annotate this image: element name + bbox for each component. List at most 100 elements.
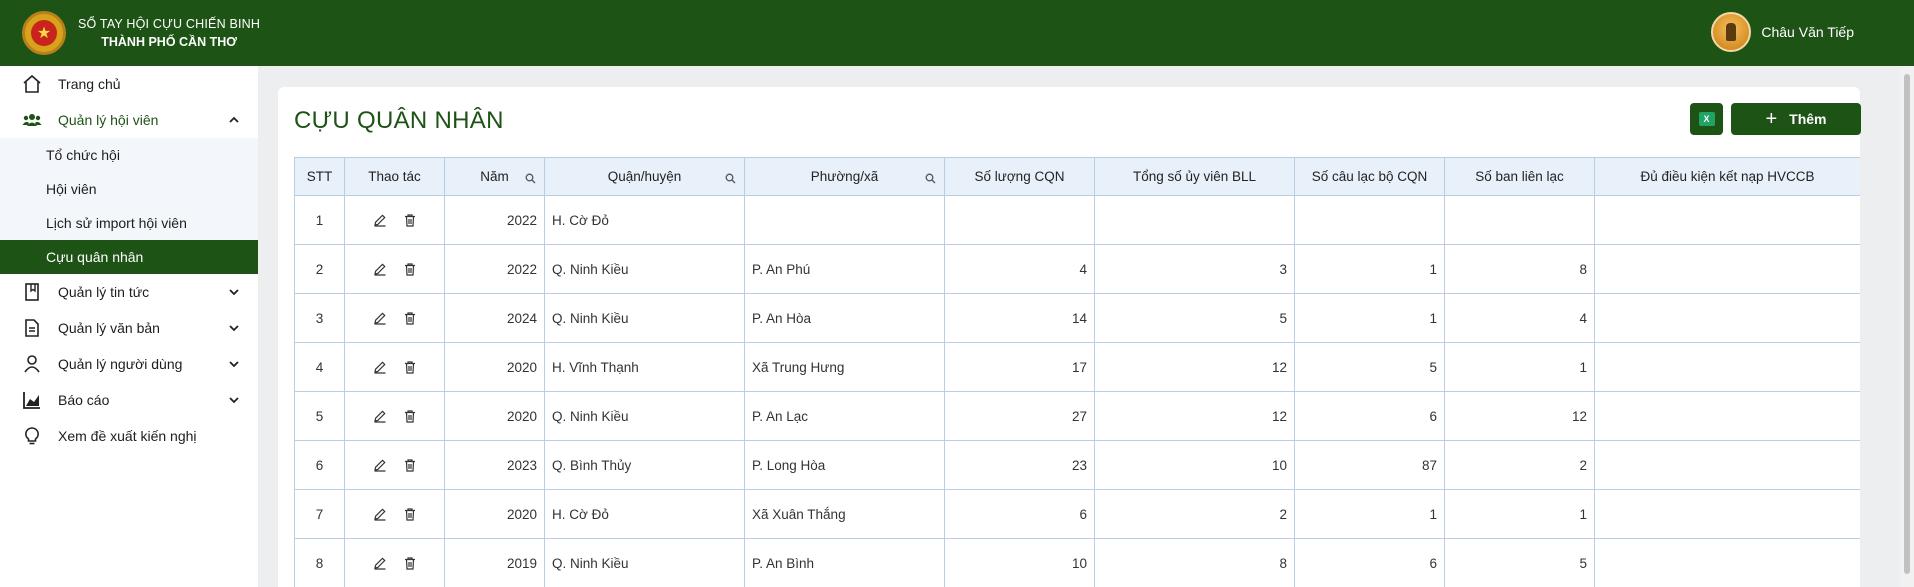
- sidebar-subitem-organizations[interactable]: Tổ chức hội: [0, 138, 258, 172]
- cell-bll-members: 5: [1094, 293, 1295, 343]
- cell-eligible: [1594, 244, 1860, 294]
- cell-actions: [344, 440, 445, 490]
- delete-icon[interactable]: [403, 213, 417, 227]
- cell-year: 2024: [444, 293, 545, 343]
- col-header-clubs[interactable]: Số câu lạc bộ CQN: [1294, 157, 1445, 196]
- users-icon: [22, 110, 42, 130]
- col-header-district[interactable]: Quận/huyện: [544, 157, 745, 196]
- sidebar-item-users[interactable]: Quản lý người dùng: [0, 346, 258, 382]
- edit-icon[interactable]: [373, 213, 387, 227]
- col-header-liaison[interactable]: Số ban liên lạc: [1444, 157, 1595, 196]
- export-excel-button[interactable]: X: [1690, 103, 1723, 135]
- cell-ward: P. An Hòa: [744, 293, 945, 343]
- chevron-down-icon: [228, 285, 240, 301]
- page-scrollbar[interactable]: [1900, 66, 1914, 587]
- search-icon[interactable]: [925, 172, 936, 187]
- sidebar-item-label: Quản lý tin tức: [58, 284, 150, 300]
- table-row[interactable]: 8 2019 Q. Ninh Kiều P. An Bình 10 8 6 5: [294, 538, 1860, 587]
- col-header-veteran-count[interactable]: Số lượng CQN: [944, 157, 1095, 196]
- cell-veteran-count: 23: [944, 440, 1095, 490]
- user-menu[interactable]: Châu Văn Tiếp: [1711, 12, 1854, 52]
- col-header-bll-members[interactable]: Tổng số ủy viên BLL: [1094, 157, 1295, 196]
- cell-clubs: 87: [1294, 440, 1445, 490]
- col-header-stt[interactable]: STT: [294, 157, 345, 196]
- sidebar-item-suggestions[interactable]: Xem đề xuất kiến nghị: [0, 418, 258, 454]
- page-title: CỰU QUÂN NHÂN: [294, 107, 504, 134]
- sidebar-item-members[interactable]: Quản lý hội viên: [0, 102, 258, 138]
- table-row[interactable]: 3 2024 Q. Ninh Kiều P. An Hòa 14 5 1 4: [294, 293, 1860, 343]
- edit-icon[interactable]: [373, 262, 387, 276]
- table-row[interactable]: 7 2020 H. Cờ Đỏ Xã Xuân Thắng 6 2 1 1: [294, 489, 1860, 539]
- search-icon[interactable]: [525, 172, 536, 187]
- table-row[interactable]: 5 2020 Q. Ninh Kiều P. An Lạc 27 12 6 12: [294, 391, 1860, 441]
- edit-icon[interactable]: [373, 409, 387, 423]
- chevron-down-icon: [228, 321, 240, 337]
- sidebar-item-news[interactable]: Quản lý tin tức: [0, 274, 258, 310]
- search-icon[interactable]: [725, 172, 736, 187]
- col-header-year[interactable]: Năm: [444, 157, 545, 196]
- edit-icon[interactable]: [373, 458, 387, 472]
- delete-icon[interactable]: [403, 360, 417, 374]
- delete-icon[interactable]: [403, 262, 417, 276]
- delete-icon[interactable]: [403, 409, 417, 423]
- home-icon: [22, 74, 42, 94]
- cell-actions: [344, 293, 445, 343]
- edit-icon[interactable]: [373, 556, 387, 570]
- cell-year: 2020: [444, 489, 545, 539]
- sidebar-item-documents[interactable]: Quản lý văn bản: [0, 310, 258, 346]
- table-row[interactable]: 1 2022 H. Cờ Đỏ: [294, 195, 1860, 245]
- cell-ward: P. An Bình: [744, 538, 945, 587]
- cell-ward: [744, 195, 945, 245]
- cell-district: Q. Ninh Kiều: [544, 244, 745, 294]
- table-row[interactable]: 2 2022 Q. Ninh Kiều P. An Phú 4 3 1 8: [294, 244, 1860, 294]
- brand: SỔ TAY HỘI CỰU CHIẾN BINH THÀNH PHỐ CẦN …: [78, 15, 260, 51]
- chevron-down-icon: [228, 393, 240, 409]
- user-name[interactable]: Châu Văn Tiếp: [1761, 24, 1854, 40]
- cell-ward: Xã Xuân Thắng: [744, 489, 945, 539]
- col-header-eligible[interactable]: Đủ điều kiện kết nạp HVCCB: [1594, 157, 1860, 196]
- cell-veteran-count: 17: [944, 342, 1095, 392]
- col-header-ward[interactable]: Phường/xã: [744, 157, 945, 196]
- avatar[interactable]: [1711, 12, 1752, 52]
- cell-liaison: 2: [1444, 440, 1595, 490]
- cell-year: 2023: [444, 440, 545, 490]
- cell-ward: P. An Phú: [744, 244, 945, 294]
- cell-veteran-count: 10: [944, 538, 1095, 587]
- table-row[interactable]: 6 2023 Q. Bình Thủy P. Long Hòa 23 10 87 2: [294, 440, 1860, 490]
- cell-eligible: [1594, 195, 1860, 245]
- cell-clubs: 1: [1294, 244, 1445, 294]
- sidebar-subitem-members[interactable]: Hội viên: [0, 172, 258, 206]
- cell-district: H. Cờ Đỏ: [544, 489, 745, 539]
- cell-actions: [344, 391, 445, 441]
- delete-icon[interactable]: [403, 556, 417, 570]
- cell-eligible: [1594, 440, 1860, 490]
- user-icon: [22, 354, 42, 374]
- cell-liaison: 12: [1444, 391, 1595, 441]
- cell-clubs: 1: [1294, 489, 1445, 539]
- cell-bll-members: 10: [1094, 440, 1295, 490]
- scroll-thumb[interactable]: [1904, 74, 1910, 574]
- sidebar-item-label: Quản lý văn bản: [58, 320, 160, 336]
- col-header-label: Quận/huyện: [607, 169, 682, 184]
- edit-icon[interactable]: [373, 360, 387, 374]
- cell-eligible: [1594, 391, 1860, 441]
- cell-liaison: 5: [1444, 538, 1595, 587]
- add-button[interactable]: + Thêm: [1731, 103, 1861, 135]
- cell-stt: 7: [294, 489, 345, 539]
- main-panel: CỰU QUÂN NHÂN X + Thêm STT Thao tác Năm …: [278, 87, 1861, 587]
- delete-icon[interactable]: [403, 458, 417, 472]
- delete-icon[interactable]: [403, 311, 417, 325]
- edit-icon[interactable]: [373, 507, 387, 521]
- sidebar-item-reports[interactable]: Báo cáo: [0, 382, 258, 418]
- cell-year: 2020: [444, 391, 545, 441]
- cell-district: Q. Ninh Kiều: [544, 391, 745, 441]
- cell-liaison: 8: [1444, 244, 1595, 294]
- edit-icon[interactable]: [373, 311, 387, 325]
- sidebar-subitem-import-history[interactable]: Lịch sử import hội viên: [0, 206, 258, 240]
- cell-eligible: [1594, 538, 1860, 587]
- table-row[interactable]: 4 2020 H. Vĩnh Thạnh Xã Trung Hưng 17 12 5 1: [294, 342, 1860, 392]
- sidebar-subitem-veterans[interactable]: Cựu quân nhân: [0, 240, 258, 274]
- col-header-label: Phường/xã: [810, 169, 879, 184]
- sidebar-item-home[interactable]: Trang chủ: [0, 66, 258, 102]
- delete-icon[interactable]: [403, 507, 417, 521]
